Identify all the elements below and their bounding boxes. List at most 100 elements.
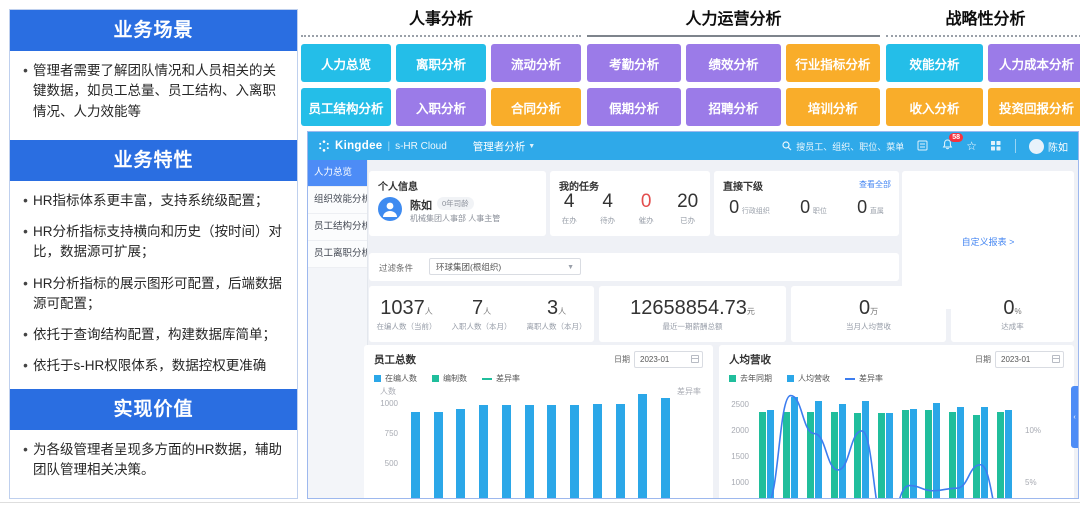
stat-unit: 人 — [558, 307, 566, 316]
date-value: 2023-01 — [1001, 355, 1030, 364]
legend-label: 去年同期 — [740, 373, 772, 384]
y-tick-label: 1500 — [729, 452, 749, 461]
tile-industry-metrics-analysis[interactable]: 行业指标分析 — [786, 44, 880, 82]
stat-attainment: 0% 达成率 — [1001, 297, 1024, 332]
sub-label: 职位 — [813, 208, 827, 215]
tile-efficiency-analysis[interactable]: 效能分析 — [886, 44, 983, 82]
tile-onboarding-analysis[interactable]: 入职分析 — [396, 88, 486, 126]
card-title: 个人信息 — [369, 171, 546, 193]
tile-mobility-analysis[interactable]: 流动分析 — [491, 44, 581, 82]
section-body: • 为各级管理者呈现多方面的HR数据，辅助团队管理相关决策。 — [10, 430, 297, 499]
tile-recruiting-analysis[interactable]: 招聘分析 — [686, 88, 780, 126]
date-input[interactable]: 2023-01 — [995, 351, 1064, 368]
chart-bar — [933, 403, 940, 499]
section-title-business-features: 业务特性 — [10, 140, 297, 181]
chart-bar — [525, 405, 534, 499]
apps-grid-icon[interactable] — [990, 140, 1002, 152]
legend-item[interactable]: 差异率 — [845, 373, 883, 384]
notification-badge: 58 — [949, 133, 963, 142]
legend-item[interactable]: 在编人数 — [374, 373, 417, 384]
stat-value: 0 — [859, 297, 870, 319]
chart-bar — [862, 401, 869, 499]
chart-bar — [791, 397, 798, 499]
org-filter-select[interactable]: 环球集团(根组织) ▼ — [429, 258, 581, 275]
tile-structure-analysis[interactable]: 员工结构分析 — [301, 88, 391, 126]
menu-manager-analysis[interactable]: 管理者分析 ▼ — [473, 139, 535, 154]
search-input[interactable]: 搜员工、组织、职位、菜单 — [782, 140, 904, 153]
collapse-panel-tab[interactable]: ‹ — [1071, 386, 1078, 448]
nav-item-org-efficiency[interactable]: 组织效能分析 — [308, 187, 367, 214]
chart-bar — [854, 413, 861, 499]
user-menu[interactable]: 陈如 — [1029, 139, 1068, 154]
chart-bar — [831, 412, 838, 499]
tile-training-analysis[interactable]: 培训分析 — [786, 88, 880, 126]
tile-roi-analysis[interactable]: 投资回报分析 — [988, 88, 1080, 126]
bullet-text: 为各级管理者呈现多方面的HR数据，辅助团队管理相关决策。 — [33, 440, 287, 481]
divider — [1015, 139, 1016, 153]
report-icon[interactable] — [917, 140, 929, 152]
legend-item[interactable]: 编制数 — [432, 373, 467, 384]
stat-value: 7 — [472, 297, 483, 319]
legend-swatch — [482, 378, 492, 380]
notifications-button[interactable]: 58 — [942, 139, 953, 153]
tile-attendance-analysis[interactable]: 考勤分析 — [587, 44, 681, 82]
tile-performance-analysis[interactable]: 绩效分析 — [686, 44, 780, 82]
top-bar: Kingdee | s-HR Cloud 管理者分析 ▼ 搜员工、组织、职位、菜… — [308, 132, 1078, 160]
chart-bar — [479, 405, 488, 499]
nav-item-employee-attrition[interactable]: 员工离职分析 — [308, 241, 367, 268]
legend-item[interactable]: 人均营收 — [787, 373, 830, 384]
y-tick-label: 750 — [374, 429, 398, 438]
profile-avatar — [378, 197, 402, 221]
stat-label: 最近一期薪酬总额 — [630, 321, 755, 332]
sub-label: 行政组织 — [742, 208, 770, 215]
view-all-link[interactable]: 查看全部 — [859, 179, 891, 190]
chart-bar — [759, 412, 766, 499]
legend-item[interactable]: 差异率 — [482, 373, 520, 384]
tile-leave-analysis[interactable]: 假期分析 — [587, 88, 681, 126]
task-value: 0 — [639, 191, 654, 213]
section-title-value: 实现价值 — [10, 389, 297, 430]
legend-label: 差异率 — [496, 373, 520, 384]
legend-label: 人均营收 — [798, 373, 830, 384]
chart-bar — [661, 398, 670, 499]
chart-bar — [957, 407, 964, 499]
task-stat[interactable]: 0 催办 — [639, 191, 654, 226]
date-input[interactable]: 2023-01 — [634, 351, 703, 368]
task-label: 在办 — [562, 215, 577, 226]
sub-stat: 0 行政组织 — [729, 197, 770, 218]
bullet-dot: • — [18, 222, 33, 263]
stat-headcount: 1037人 在编人数（当前） — [377, 297, 437, 332]
y2-tick-label: 10% — [1025, 426, 1041, 435]
nav-item-employee-structure[interactable]: 员工结构分析 — [308, 214, 367, 241]
tile-income-analysis[interactable]: 收入分析 — [886, 88, 983, 126]
headcount-stats-card: 1037人 在编人数（当前） 7人 入职人数（本月） 3人 离职人数（本月） — [369, 286, 594, 342]
tile-labor-cost-analysis[interactable]: 人力成本分析 — [988, 44, 1080, 82]
nav-item-hr-overview[interactable]: 人力总览 — [308, 160, 367, 187]
chart-bar — [949, 412, 956, 499]
bullet-dot: • — [18, 325, 33, 345]
legend-item[interactable]: 去年同期 — [729, 373, 772, 384]
bullet-item: • 管理者需要了解团队情况和人员相关的关键数据，如员工总量、员工结构、入离职情况… — [18, 61, 287, 122]
task-stat[interactable]: 20 已办 — [677, 191, 698, 226]
y-tick-label: 2000 — [729, 426, 749, 435]
chart-bar — [638, 394, 647, 499]
tile-hr-overview[interactable]: 人力总览 — [301, 44, 391, 82]
revenue-per-capita-chart-card: 人均营收 日期 2023-01 去年同期 人均营收 差异率 2500200015… — [719, 345, 1074, 499]
search-placeholder: 搜员工、组织、职位、菜单 — [796, 140, 904, 153]
revenue-per-capita-plot: 250020001500100010%5% — [729, 393, 1064, 499]
task-stat[interactable]: 4 在办 — [562, 191, 577, 226]
stat-unit: % — [1015, 307, 1022, 316]
chart-bar — [807, 412, 814, 499]
legend-swatch — [845, 378, 855, 380]
tile-attrition-analysis[interactable]: 离职分析 — [396, 44, 486, 82]
bullet-text: 依托于查询结构配置，构建数据库简单； — [33, 325, 276, 345]
task-stat[interactable]: 4 待办 — [600, 191, 615, 226]
custom-report-link[interactable]: 自定义报表 > — [902, 235, 1074, 248]
bullet-item: • 为各级管理者呈现多方面的HR数据，辅助团队管理相关决策。 — [18, 440, 287, 481]
tenure-badge: 0年司龄 — [437, 197, 474, 210]
date-picker: 日期 2023-01 — [614, 351, 703, 368]
group-title: 人力运营分析 — [587, 5, 880, 37]
tile-contract-analysis[interactable]: 合同分析 — [491, 88, 581, 126]
stat-flex: 0% 达成率 — [951, 286, 1074, 342]
favorites-star-icon[interactable]: ☆ — [966, 140, 977, 152]
